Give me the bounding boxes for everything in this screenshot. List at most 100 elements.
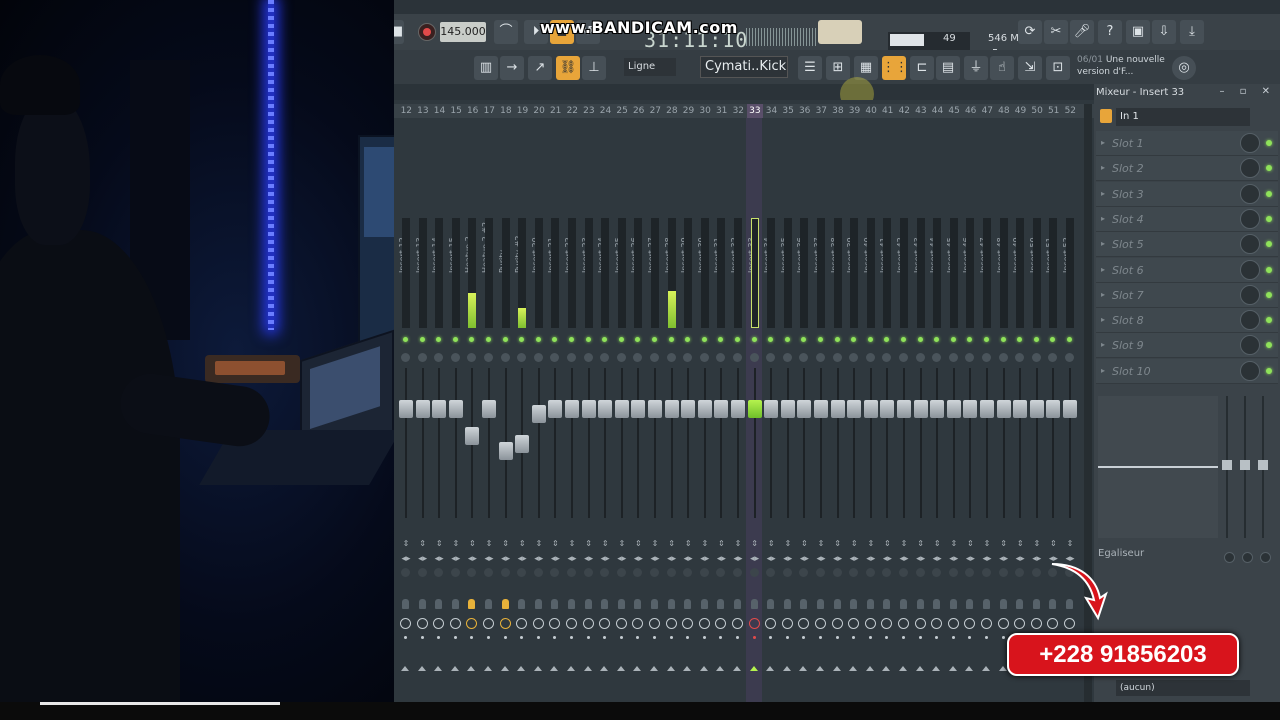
record-arm-icon[interactable] <box>1030 618 1042 629</box>
undo-icon[interactable]: ⟳ <box>1018 20 1042 44</box>
fx-icon[interactable] <box>501 599 509 609</box>
send-arrow-icon[interactable] <box>633 666 642 671</box>
insert-number[interactable]: 37 <box>813 104 830 118</box>
route-arrow-icon[interactable]: ⇕ <box>965 540 975 548</box>
fx-icon[interactable] <box>684 599 692 609</box>
route-arrow-icon[interactable]: ⇕ <box>617 540 627 548</box>
stereo-separation-icon[interactable]: ◂▸ <box>997 554 1011 564</box>
arrow-right-icon[interactable]: → <box>500 56 524 80</box>
eq-band-2-handle[interactable] <box>1240 460 1250 470</box>
fx-icon[interactable] <box>850 599 858 609</box>
record-arm-icon[interactable] <box>649 618 660 629</box>
send-arrow-icon[interactable] <box>782 666 791 671</box>
insert-number[interactable]: 47 <box>979 104 996 118</box>
volume-fader[interactable] <box>996 400 1011 418</box>
route-arrow-icon[interactable]: ⇕ <box>1015 540 1025 548</box>
pan-knob[interactable] <box>450 353 460 362</box>
mute-led[interactable] <box>436 337 442 342</box>
route-dot[interactable] <box>868 636 872 639</box>
slot-enable-led[interactable] <box>1266 140 1272 146</box>
mute-led[interactable] <box>668 337 674 342</box>
mute-led[interactable] <box>901 337 906 342</box>
stereo-separation-icon[interactable]: ◂▸ <box>532 554 546 564</box>
route-arrow-icon[interactable]: ⇕ <box>982 540 992 548</box>
insert-number[interactable]: 12 <box>398 104 415 118</box>
fx-icon[interactable] <box>617 599 625 609</box>
record-arm-icon[interactable] <box>516 618 528 629</box>
route-arrow-icon[interactable]: ⇕ <box>534 540 544 548</box>
slide-icon[interactable]: ↗ <box>528 56 552 80</box>
volume-fader[interactable] <box>863 400 878 418</box>
record-arm-icon[interactable] <box>831 618 843 629</box>
volume-fader[interactable] <box>598 400 613 418</box>
route-dot[interactable] <box>719 636 723 639</box>
mixer-strip[interactable]: Insert 12⇕◂▸ <box>398 118 413 702</box>
record-arm-icon[interactable] <box>449 618 461 629</box>
fx-icon[interactable] <box>1016 599 1024 609</box>
send-arrow-icon[interactable] <box>666 666 675 671</box>
record-arm-icon[interactable] <box>964 618 976 629</box>
volume-fader[interactable] <box>897 400 911 418</box>
insert-number[interactable]: 38 <box>830 104 847 118</box>
eq-band-1-handle[interactable] <box>1222 460 1232 470</box>
mixer-strip[interactable]: Insert 45⇕◂▸ <box>946 118 961 702</box>
fx-icon[interactable] <box>966 599 974 609</box>
record-arm-icon[interactable] <box>732 618 743 629</box>
volume-fader[interactable] <box>880 400 895 418</box>
route-arrow-icon[interactable]: ⇕ <box>932 540 942 548</box>
stereo-knob[interactable] <box>517 568 527 577</box>
slot-enable-led[interactable] <box>1266 266 1272 273</box>
volume-fader[interactable] <box>498 442 513 460</box>
pan-knob[interactable] <box>865 353 875 362</box>
route-dot[interactable] <box>902 636 905 639</box>
route-dot[interactable] <box>702 636 706 639</box>
stereo-knob[interactable] <box>401 568 410 577</box>
stereo-knob[interactable] <box>467 568 477 577</box>
route-arrow-icon[interactable]: ⇕ <box>700 540 710 548</box>
pan-knob[interactable] <box>683 353 693 362</box>
route-arrow-icon[interactable]: ⇕ <box>849 540 859 548</box>
volume-fader[interactable] <box>946 400 961 418</box>
volume-fader[interactable] <box>830 400 845 418</box>
stereo-knob[interactable] <box>865 568 875 577</box>
route-arrow-icon[interactable]: ⇕ <box>716 540 726 548</box>
route-arrow-icon[interactable]: ⇕ <box>899 540 909 548</box>
pan-knob[interactable] <box>965 353 975 362</box>
mixer-strip[interactable]: Insert 34⇕◂▸ <box>763 118 779 702</box>
mute-led[interactable] <box>768 337 774 342</box>
insert-number[interactable]: 40 <box>863 104 880 118</box>
send-arrow-icon[interactable] <box>417 666 426 671</box>
volume-fader[interactable] <box>1063 400 1077 418</box>
insert-number[interactable]: 33 <box>746 104 764 118</box>
send-arrow-icon[interactable] <box>965 666 974 671</box>
pan-knob[interactable] <box>915 353 925 362</box>
route-arrow-icon[interactable]: ⇕ <box>882 540 892 548</box>
volume-fader[interactable] <box>415 400 430 418</box>
send-arrow-icon[interactable] <box>849 666 858 671</box>
route-dot[interactable] <box>819 636 822 639</box>
stereo-knob[interactable] <box>616 568 626 577</box>
volume-fader[interactable] <box>531 404 546 423</box>
stereo-separation-icon[interactable]: ◂▸ <box>681 554 695 564</box>
pan-knob[interactable] <box>816 353 825 362</box>
cart-icon[interactable]: ⊡ <box>1046 56 1070 80</box>
route-dot[interactable] <box>736 636 739 639</box>
fx-icon[interactable] <box>717 599 725 609</box>
record-arm-icon[interactable] <box>931 618 943 629</box>
mute-led[interactable] <box>984 337 989 342</box>
route-arrow-icon[interactable]: ⇕ <box>600 540 610 548</box>
playlist-icon[interactable]: ☰ <box>798 56 822 80</box>
eq-band-1-track[interactable] <box>1222 396 1232 538</box>
stereo-knob[interactable] <box>434 568 444 577</box>
pan-knob[interactable] <box>533 353 543 362</box>
mixer-strip[interactable]: Purity #2⇕◂▸ <box>514 118 530 702</box>
help-icon[interactable]: ? <box>1098 20 1122 44</box>
pan-knob[interactable] <box>766 353 776 362</box>
stereo-separation-icon[interactable]: ◂▸ <box>482 554 496 564</box>
pan-knob[interactable] <box>467 353 477 362</box>
stereo-separation-icon[interactable]: ◂▸ <box>930 554 944 564</box>
mute-led[interactable] <box>552 337 558 342</box>
fx-slot[interactable]: ▸ Slot 7 <box>1096 282 1278 308</box>
pan-knob[interactable] <box>832 353 842 362</box>
record-arm-icon[interactable] <box>566 618 577 629</box>
